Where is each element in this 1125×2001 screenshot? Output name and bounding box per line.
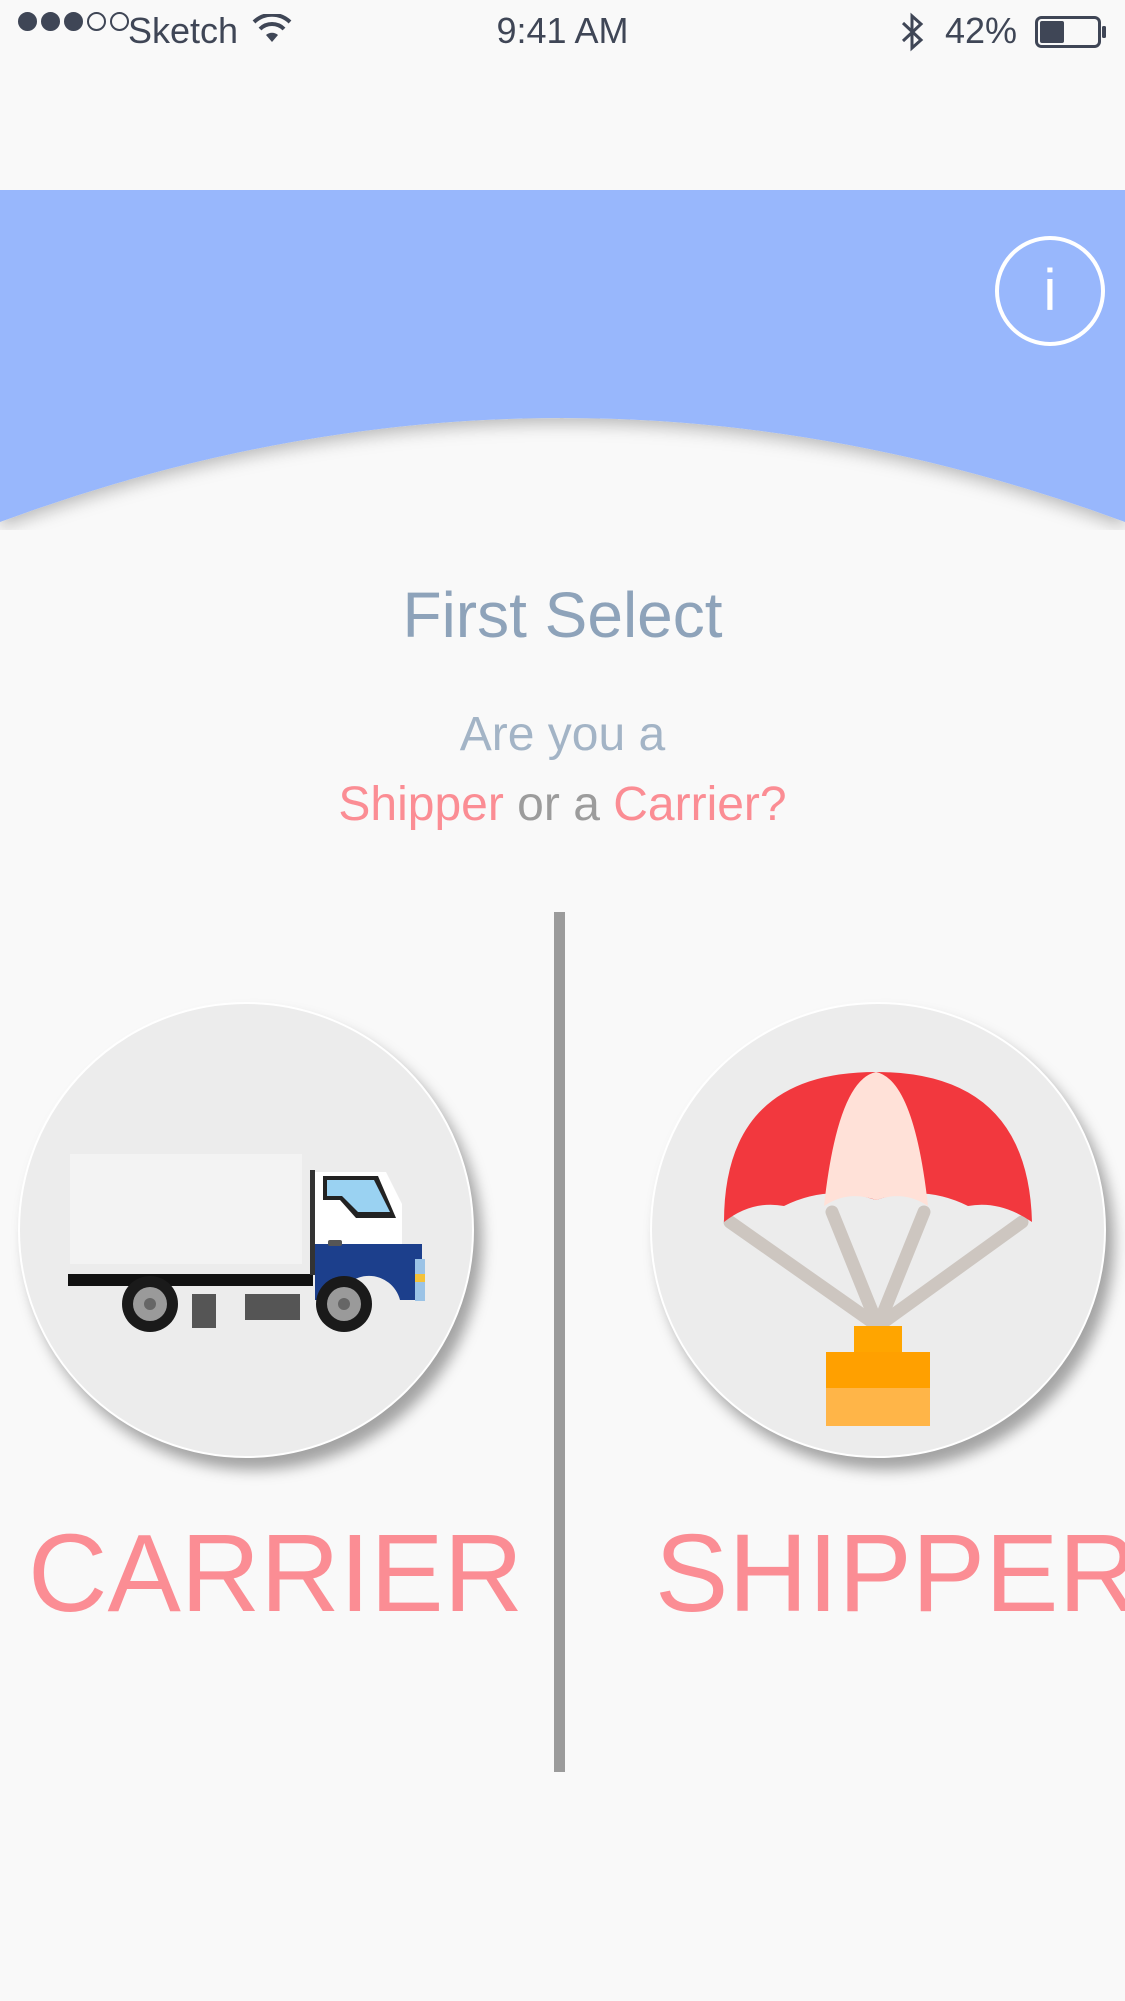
bluetooth-icon [901,12,924,52]
battery-icon [1035,16,1106,48]
question-line-2: Shipper or a Carrier? [0,777,1125,832]
page-title: First Select [402,579,723,651]
status-bar: Sketch 9:41 AM 42% [0,0,1125,64]
question-or: or a [503,778,614,831]
navigation-bar [0,64,1125,192]
question-carrier: Carrier? [613,778,787,831]
carrier-option-button[interactable] [18,1002,474,1458]
info-button[interactable]: i [995,236,1105,346]
truck-icon [68,1154,425,1332]
carrier-label[interactable]: CARRIER [28,1510,523,1637]
parachute-box-icon [723,1072,1032,1426]
question-shipper: Shipper [338,778,504,831]
vertical-divider [554,912,565,1772]
shipper-option-button[interactable] [650,1002,1106,1458]
shipper-label[interactable]: SHIPPER [655,1510,1125,1637]
battery-percent: 42% [945,10,1018,51]
header-background [0,190,1125,522]
question-line-1: Are you a [459,708,666,761]
